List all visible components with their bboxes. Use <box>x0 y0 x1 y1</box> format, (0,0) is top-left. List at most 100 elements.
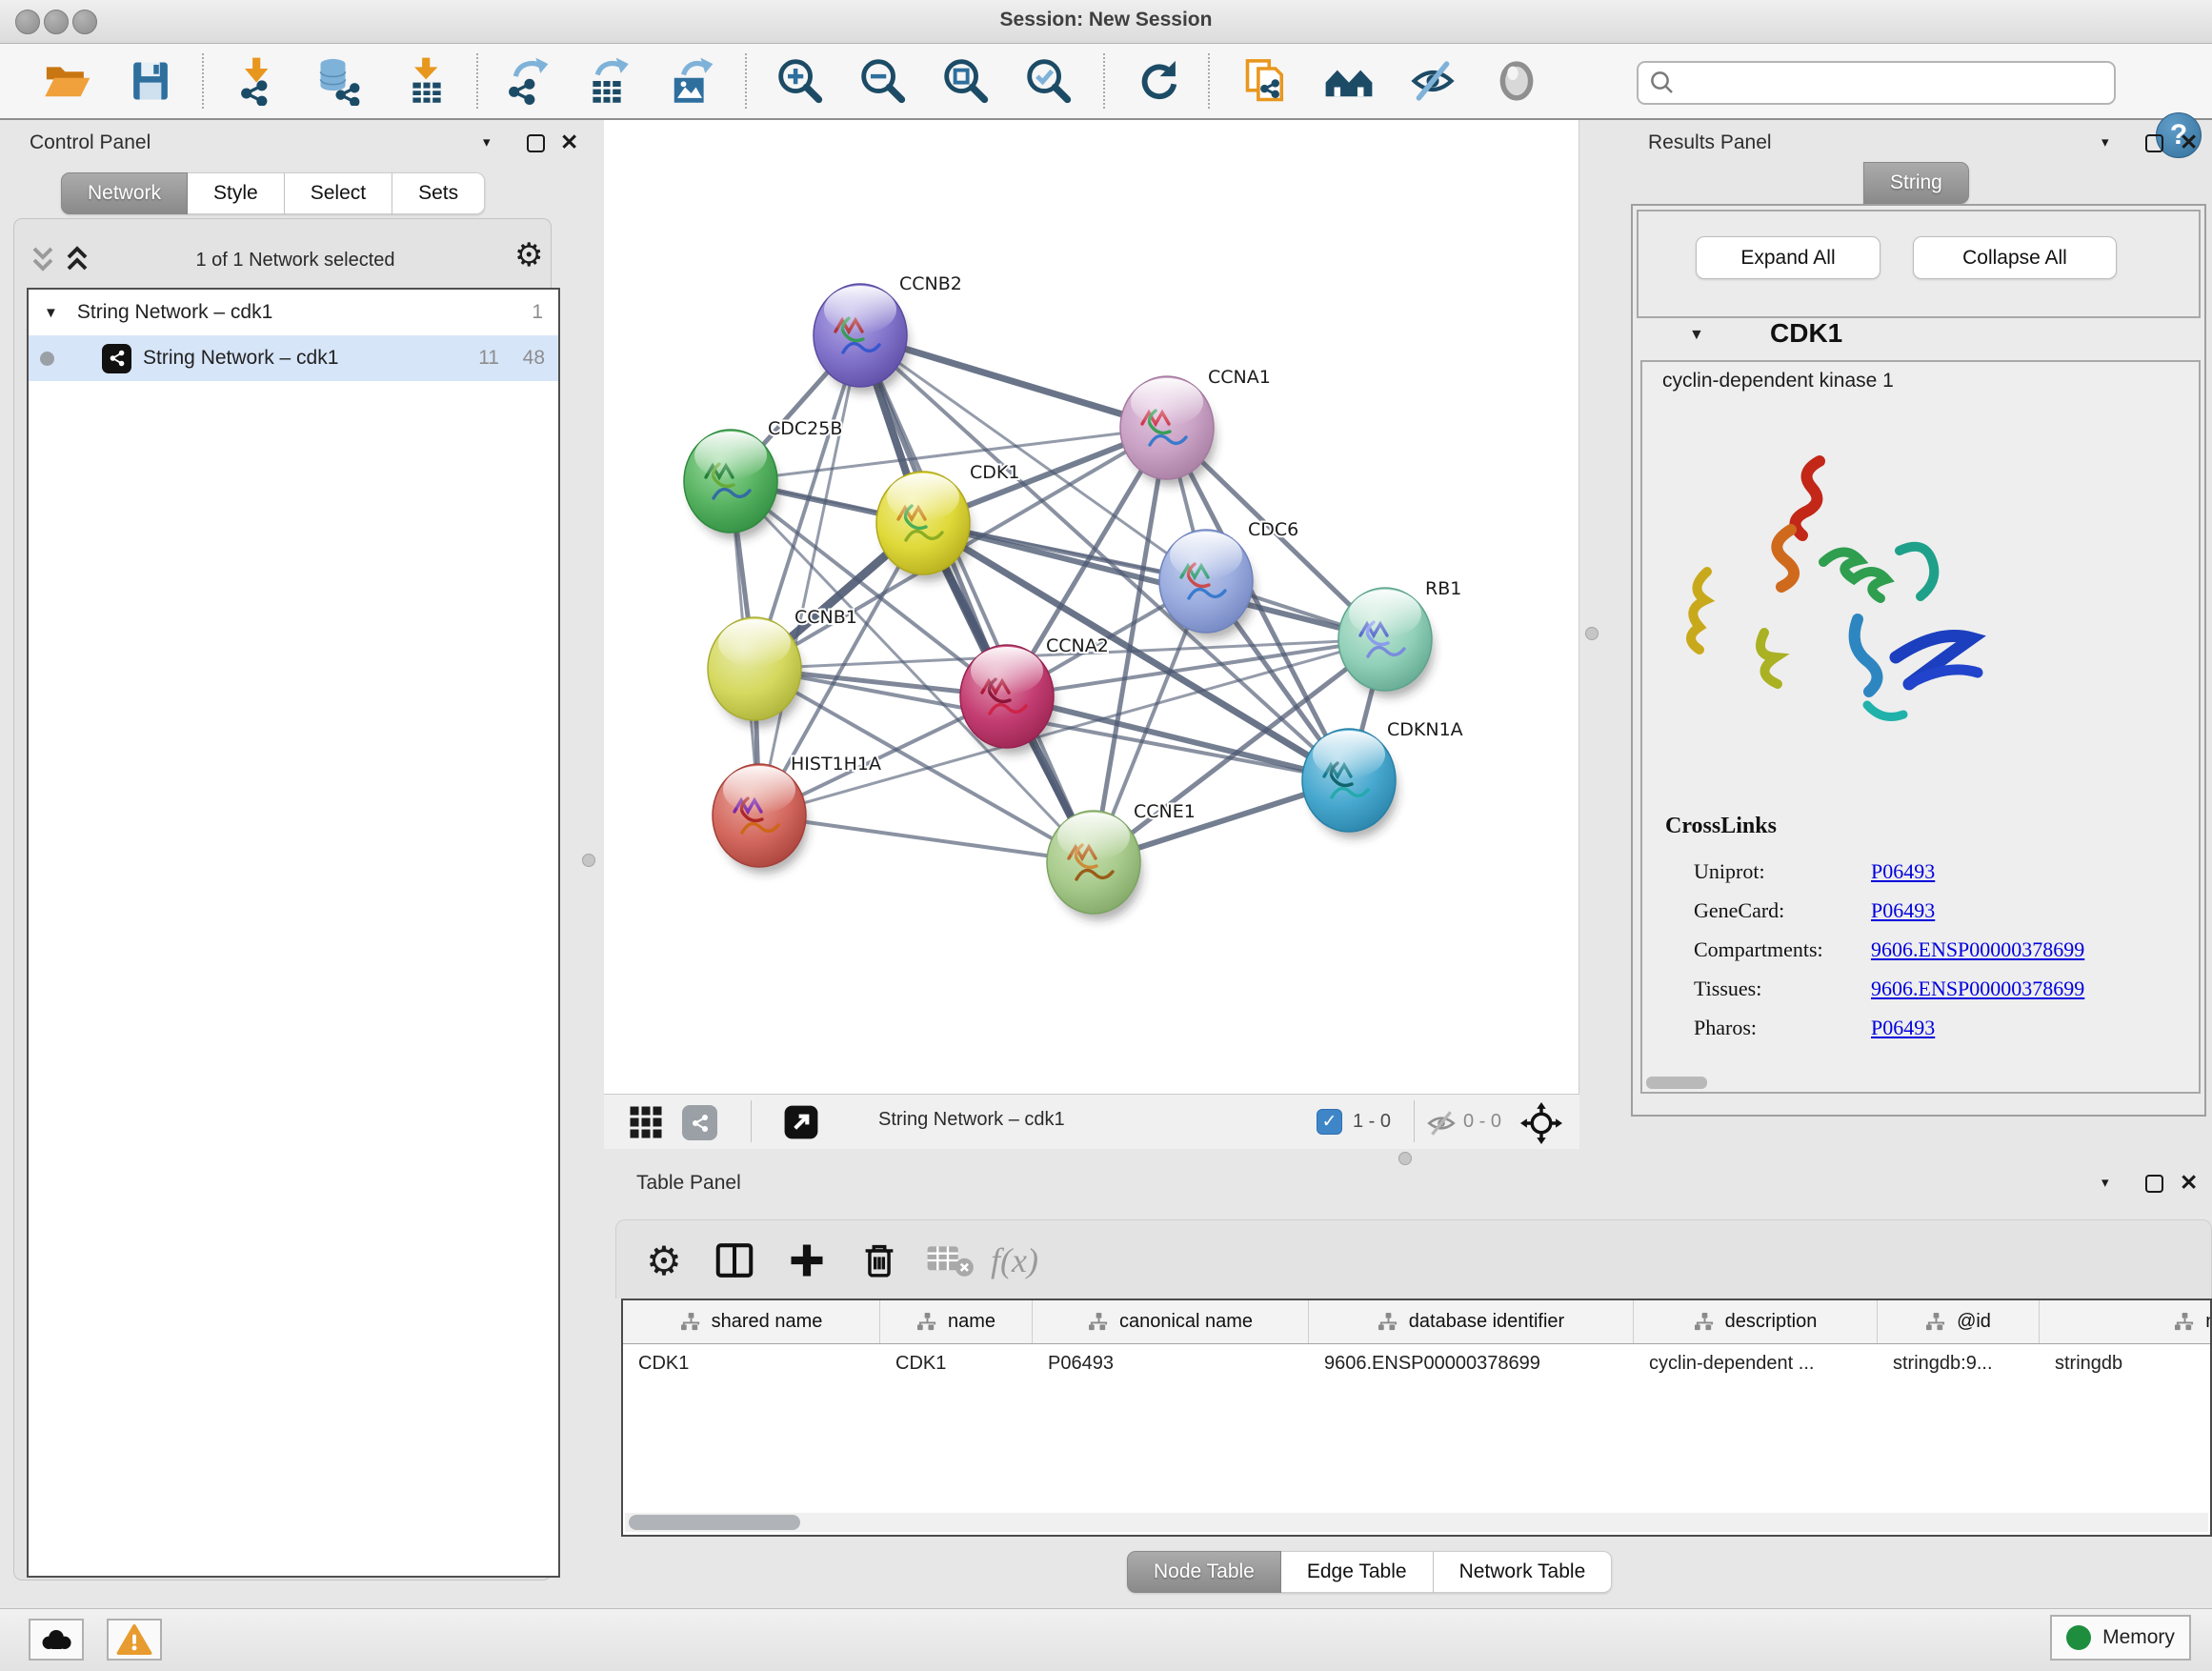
panel-menu-icon[interactable]: ▾ <box>483 133 491 151</box>
column-header-description[interactable]: description <box>1634 1300 1878 1343</box>
right-splitter-handle[interactable] <box>1585 627 1599 640</box>
zoom-out-icon[interactable] <box>857 55 909 107</box>
table-cell[interactable]: stringdb:9... <box>1878 1344 2040 1386</box>
column-header-namespace[interactable]: namespace <box>2040 1300 2212 1343</box>
tab-string[interactable]: String <box>1863 162 1969 204</box>
birds-eye-crosshair-icon[interactable] <box>1520 1102 1562 1149</box>
detach-view-icon[interactable] <box>783 1104 819 1145</box>
grid-view-icon[interactable] <box>629 1105 663 1144</box>
float-panel-icon[interactable] <box>527 134 545 152</box>
tab-edge-table[interactable]: Edge Table <box>1281 1551 1434 1593</box>
network-node-CCNB1[interactable] <box>708 617 803 727</box>
string-view-icon[interactable] <box>682 1105 717 1140</box>
table-hscroll-thumb[interactable] <box>629 1515 800 1530</box>
network-node-CDK1[interactable] <box>876 472 972 581</box>
zoom-fit-icon[interactable] <box>940 55 992 107</box>
tab-sets[interactable]: Sets <box>392 172 485 214</box>
new-network-from-file-icon[interactable] <box>1240 55 1292 107</box>
network-node-RB1[interactable] <box>1338 588 1434 697</box>
tab-node-table[interactable]: Node Table <box>1127 1551 1281 1593</box>
table-cell[interactable]: cyclin-dependent ... <box>1634 1344 1878 1386</box>
network-row-selected[interactable]: String Network – cdk1 11 48 <box>29 335 558 381</box>
table-cell[interactable]: CDK1 <box>880 1344 1033 1386</box>
export-image-icon[interactable] <box>664 55 715 107</box>
zoom-selected-icon[interactable] <box>1023 55 1075 107</box>
edge-CCNB2-CCNE1[interactable] <box>860 335 1094 862</box>
column-header-database-identifier[interactable]: database identifier <box>1309 1300 1634 1343</box>
collapse-all-chevrons-icon[interactable] <box>29 243 57 282</box>
table-cell[interactable]: stringdb <box>2040 1344 2212 1386</box>
open-session-icon[interactable] <box>41 55 92 107</box>
table-hscrollbar[interactable] <box>625 1513 2208 1532</box>
crosslink-link-tissues[interactable]: 9606.ENSP00000378699 <box>1871 976 2084 1001</box>
save-session-icon[interactable] <box>125 55 176 107</box>
close-panel-icon[interactable]: ✕ <box>2180 133 2198 151</box>
add-column-icon[interactable] <box>780 1234 834 1287</box>
bottom-splitter-handle[interactable] <box>1398 1152 1412 1165</box>
export-table-icon[interactable] <box>581 55 633 107</box>
export-network-icon[interactable] <box>499 55 551 107</box>
selected-checkbox-icon[interactable]: ✓ <box>1317 1109 1342 1135</box>
disclosure-triangle-icon[interactable]: ▼ <box>1689 327 1704 344</box>
table-cell[interactable]: 9606.ENSP00000378699 <box>1309 1344 1634 1386</box>
column-header-canonical-name[interactable]: canonical name <box>1033 1300 1309 1343</box>
memory-button[interactable]: Memory <box>2050 1615 2191 1661</box>
close-panel-icon[interactable]: ✕ <box>2180 1174 2198 1192</box>
collapse-all-button[interactable]: Collapse All <box>1913 236 2117 279</box>
gear-icon[interactable]: ⚙ <box>514 236 543 274</box>
search-field[interactable] <box>1637 61 2116 105</box>
tab-select[interactable]: Select <box>285 172 392 214</box>
network-node-CDC25B[interactable] <box>684 430 779 539</box>
network-node-CCNE1[interactable] <box>1047 811 1142 920</box>
table-cell[interactable]: P06493 <box>1033 1344 1309 1386</box>
table-header-row[interactable]: shared namenamecanonical namedatabase id… <box>623 1300 2212 1344</box>
column-header-name[interactable]: name <box>880 1300 1033 1343</box>
import-network-file-icon[interactable] <box>231 55 283 107</box>
show-eye-icon[interactable] <box>1491 55 1542 107</box>
import-table-icon[interactable] <box>401 55 452 107</box>
tab-network[interactable]: Network <box>61 172 188 214</box>
edge-HIST1H1A-CCNE1[interactable] <box>759 815 1094 862</box>
tab-network-table[interactable]: Network Table <box>1434 1551 1613 1593</box>
cloud-button[interactable] <box>29 1619 84 1661</box>
node-label-CDKN1A: CDKN1A <box>1387 719 1463 740</box>
show-columns-icon[interactable] <box>708 1234 761 1287</box>
edge-CDK1-RB1[interactable] <box>923 523 1385 639</box>
crosslink-link-genecard[interactable]: P06493 <box>1871 898 1935 923</box>
network-node-CCNB2[interactable] <box>814 284 909 393</box>
network-canvas[interactable]: CCNB2CCNA1CDC25BCDK1CDC6RB1CCNB1CCNA2CDK… <box>604 120 1579 1094</box>
table-cell[interactable]: CDK1 <box>623 1344 880 1386</box>
network-node-HIST1H1A[interactable] <box>713 764 808 874</box>
tab-style[interactable]: Style <box>188 172 285 214</box>
zoom-in-icon[interactable] <box>774 55 826 107</box>
left-splitter-handle[interactable] <box>582 854 595 867</box>
delete-column-icon[interactable] <box>853 1234 906 1287</box>
float-panel-icon[interactable] <box>2145 134 2163 152</box>
network-collection-row[interactable]: ▼ String Network – cdk1 1 <box>29 290 558 335</box>
refresh-icon[interactable] <box>1133 55 1184 107</box>
network-node-CDKN1A[interactable] <box>1302 729 1398 838</box>
column-header-shared-name[interactable]: shared name <box>623 1300 880 1343</box>
table-row[interactable]: CDK1CDK1P064939606.ENSP00000378699cyclin… <box>623 1344 2212 1386</box>
crosslink-link-uniprot[interactable]: P06493 <box>1871 859 1935 884</box>
panel-menu-icon[interactable]: ▾ <box>2101 1174 2109 1191</box>
column-header-@id[interactable]: @id <box>1878 1300 2040 1343</box>
import-network-database-icon[interactable] <box>313 55 365 107</box>
expand-all-button[interactable]: Expand All <box>1696 236 1880 279</box>
houses-icon[interactable] <box>1323 55 1375 107</box>
panel-menu-icon[interactable]: ▾ <box>2101 133 2109 151</box>
hide-selected-eye-icon[interactable] <box>1407 55 1458 107</box>
crosslink-link-pharos[interactable]: P06493 <box>1871 1016 1935 1040</box>
node-table[interactable]: shared namenamecanonical namedatabase id… <box>621 1299 2212 1537</box>
table-gear-icon[interactable]: ⚙ <box>637 1234 691 1287</box>
crosslink-link-compartments[interactable]: 9606.ENSP00000378699 <box>1871 937 2084 962</box>
expand-all-chevrons-icon[interactable] <box>63 243 91 282</box>
float-panel-icon[interactable] <box>2145 1175 2163 1193</box>
edge-CCNB2-HIST1H1A[interactable] <box>759 335 860 815</box>
disclosure-triangle-icon[interactable]: ▼ <box>44 305 58 321</box>
network-node-CCNA1[interactable] <box>1120 376 1216 486</box>
results-hscroll-thumb[interactable] <box>1646 1077 1707 1089</box>
warning-button[interactable] <box>107 1619 162 1661</box>
search-input[interactable] <box>1677 72 2086 94</box>
close-panel-icon[interactable]: ✕ <box>560 133 578 151</box>
